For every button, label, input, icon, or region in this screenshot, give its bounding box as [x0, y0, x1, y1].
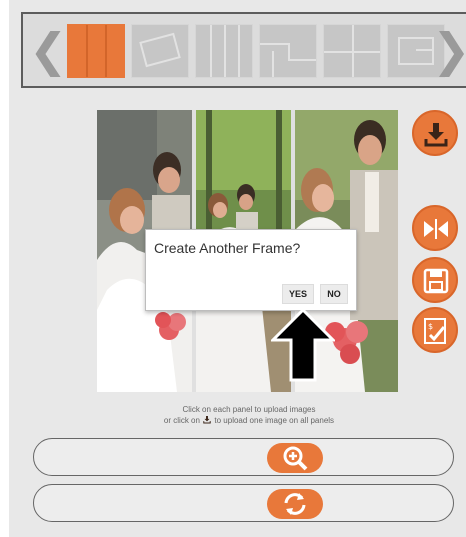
download-icon [203, 415, 211, 424]
no-button[interactable]: NO [320, 284, 348, 304]
zoom-bar [33, 438, 454, 476]
upload-instructions: Click on each panel to upload images or … [129, 404, 369, 426]
dialog-title: Create Another Frame? [154, 240, 301, 256]
save-icon [423, 268, 449, 294]
create-frame-dialog: Create Another Frame? YES NO [145, 229, 357, 311]
save-button[interactable] [412, 257, 458, 303]
layout-option-four-vertical[interactable] [195, 24, 253, 78]
checkout-icon: $ [424, 318, 446, 344]
refresh-button[interactable] [267, 489, 323, 519]
arrow-up-icon [271, 308, 335, 382]
flip-button[interactable] [412, 205, 458, 251]
zoom-in-icon [283, 446, 308, 471]
layout-picker: ❮ ❯ [21, 12, 466, 88]
download-icon [424, 123, 448, 147]
yes-button[interactable]: YES [282, 284, 314, 304]
frame-builder-app: ❮ ❯ [9, 0, 466, 537]
checkout-button[interactable]: $ [412, 307, 458, 353]
prev-layout-button[interactable]: ❮ [29, 27, 68, 73]
zoom-in-button[interactable] [267, 443, 323, 473]
refresh-icon [284, 493, 306, 515]
refresh-bar [33, 484, 454, 522]
chevron-left-icon: ❮ [29, 23, 68, 77]
layout-option-stepped[interactable] [259, 24, 317, 78]
chevron-right-icon: ❯ [432, 23, 466, 77]
instruction-line-1: Click on each panel to upload images [182, 405, 316, 414]
download-button[interactable] [412, 110, 458, 156]
instruction-line-2: or click on to upload one image on all p… [163, 415, 335, 425]
layout-option-three-vertical[interactable] [67, 24, 125, 78]
flip-icon [424, 219, 448, 239]
next-layout-button[interactable]: ❯ [432, 27, 466, 73]
layout-option-quad-grid[interactable] [323, 24, 381, 78]
svg-text:$: $ [428, 322, 433, 331]
layout-option-tilted-frame[interactable] [131, 24, 189, 78]
